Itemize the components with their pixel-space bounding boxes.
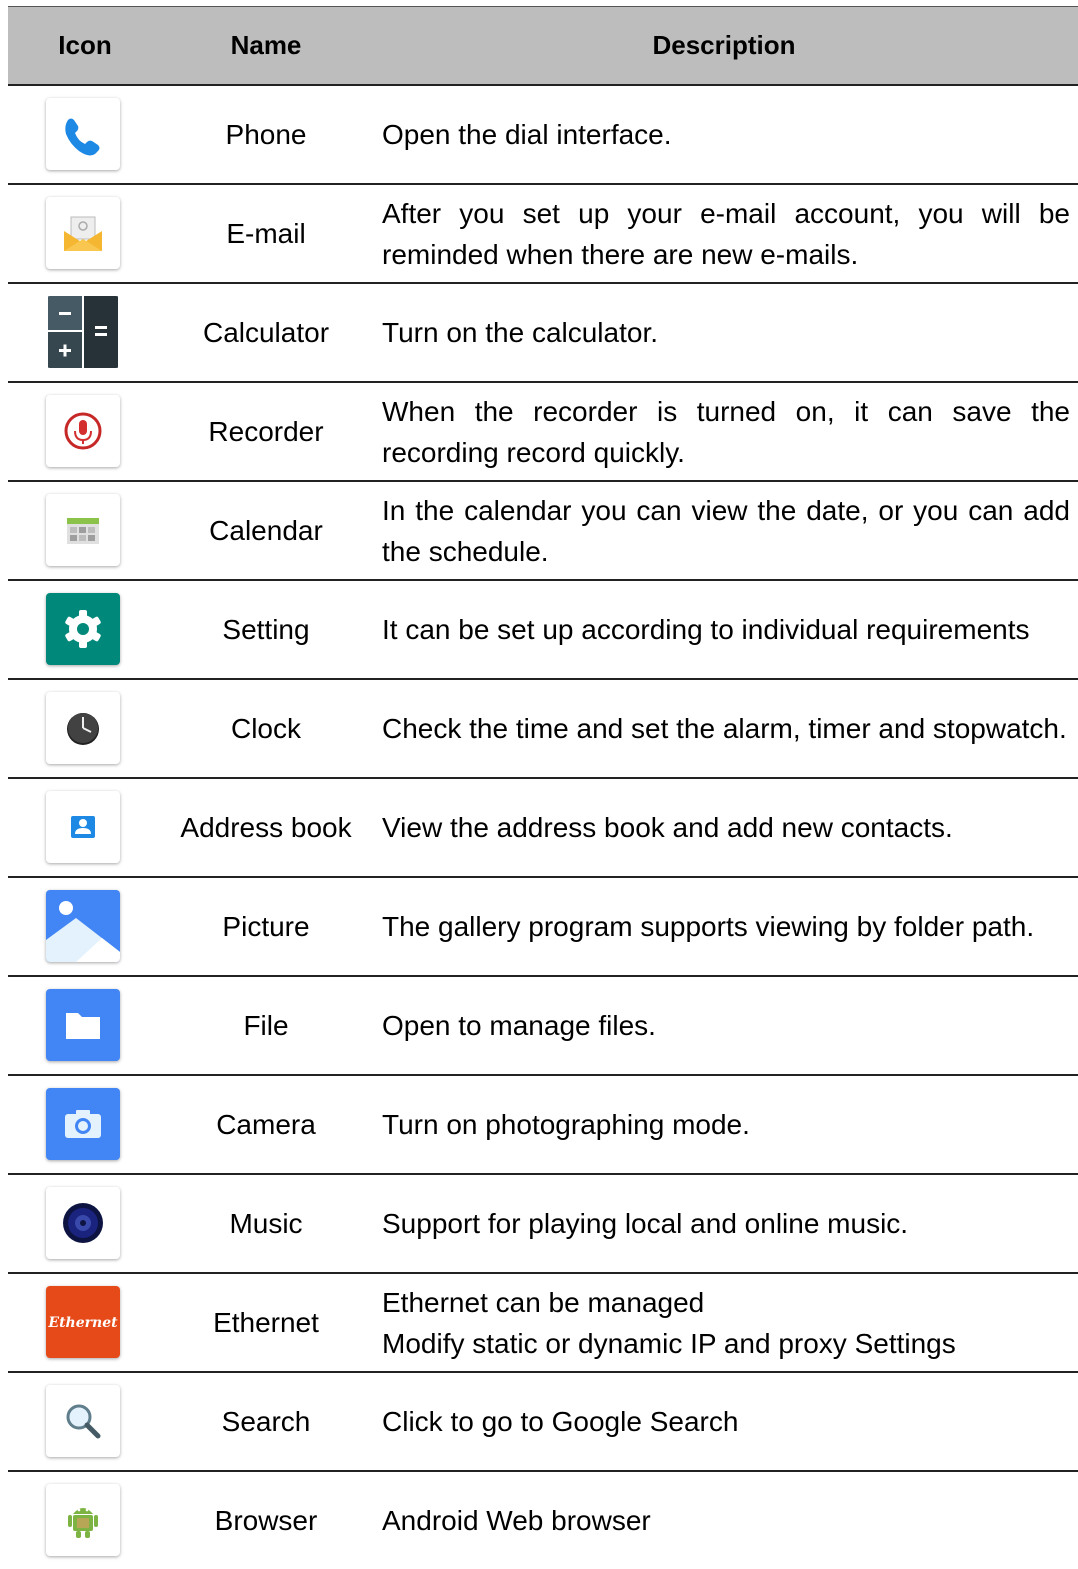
app-name: Phone bbox=[225, 119, 307, 150]
header-description: Description bbox=[652, 30, 796, 60]
table-row: Browser Android Web browser bbox=[8, 1472, 1078, 1569]
android-browser-icon bbox=[46, 1484, 120, 1556]
table-row: File Open to manage files. bbox=[8, 977, 1078, 1076]
table-row: Music Support for playing local and onli… bbox=[8, 1175, 1078, 1274]
app-description: Turn on photographing mode. bbox=[382, 1109, 750, 1140]
calculator-icon bbox=[46, 296, 120, 368]
app-description: In the calendar you can view the date, o… bbox=[382, 494, 1070, 567]
app-description: When the recorder is turned on, it can s… bbox=[382, 395, 1070, 468]
table-row: Setting It can be set up according to in… bbox=[8, 581, 1078, 680]
app-name: Address book bbox=[180, 812, 352, 843]
calendar-icon bbox=[46, 494, 120, 566]
phone-icon bbox=[46, 98, 120, 170]
svg-text:Ethernet: Ethernet bbox=[47, 1315, 118, 1331]
app-description: Open the dial interface. bbox=[382, 119, 672, 150]
table-row: Clock Check the time and set the alarm, … bbox=[8, 680, 1078, 779]
app-description: Android Web browser bbox=[382, 1505, 651, 1536]
app-name: File bbox=[243, 1010, 289, 1041]
app-description: Turn on the calculator. bbox=[382, 317, 659, 348]
app-name: Picture bbox=[222, 911, 310, 942]
table-row: Search Click to go to Google Search bbox=[8, 1373, 1078, 1472]
table-row: Picture The gallery program supports vie… bbox=[8, 878, 1078, 977]
address-book-icon bbox=[46, 791, 120, 863]
app-name: E-mail bbox=[226, 218, 306, 249]
table-row: E-mail After you set up your e-mail acco… bbox=[8, 185, 1078, 284]
camera-icon bbox=[46, 1088, 120, 1160]
email-icon bbox=[46, 197, 120, 269]
recorder-icon bbox=[46, 395, 120, 467]
table-row: Recorder When the recorder is turned on,… bbox=[8, 383, 1078, 482]
app-description: The gallery program supports viewing by … bbox=[382, 911, 1035, 942]
music-speaker-icon bbox=[46, 1187, 120, 1259]
app-icon-table: Icon Name Description Phone Open the dia… bbox=[8, 6, 1078, 1569]
ethernet-icon: Ethernet bbox=[46, 1286, 120, 1358]
app-description: Open to manage files. bbox=[382, 1010, 656, 1041]
app-description: Ethernet can be managed Modify static or… bbox=[382, 1286, 956, 1359]
search-magnifier-icon bbox=[46, 1385, 120, 1457]
app-description: Click to go to Google Search bbox=[382, 1406, 739, 1437]
app-name: Clock bbox=[230, 713, 301, 744]
settings-gear-icon bbox=[46, 593, 120, 665]
app-name: Calendar bbox=[209, 515, 323, 546]
table-row: Ethernet Ethernet Ethernet can be manage… bbox=[8, 1274, 1078, 1373]
app-description: It can be set up according to individual… bbox=[382, 614, 1030, 645]
app-name: Search bbox=[221, 1406, 311, 1437]
table-row: Calculator Turn on the calculator. bbox=[8, 284, 1078, 383]
app-description: Check the time and set the alarm, timer … bbox=[382, 713, 1067, 744]
app-name: Ethernet bbox=[213, 1307, 319, 1338]
app-description: View the address book and add new contac… bbox=[382, 812, 953, 843]
table-header: Icon Name Description bbox=[8, 6, 1078, 86]
app-name: Camera bbox=[216, 1109, 316, 1140]
app-description: Support for playing local and online mus… bbox=[382, 1208, 909, 1239]
header-name: Name bbox=[230, 30, 302, 60]
table-row: Address book View the address book and a… bbox=[8, 779, 1078, 878]
app-description: After you set up your e-mail account, yo… bbox=[382, 197, 1070, 270]
header-icon: Icon bbox=[58, 30, 112, 60]
app-name: Music bbox=[229, 1208, 303, 1239]
app-name: Recorder bbox=[208, 416, 324, 447]
app-name: Calculator bbox=[202, 317, 330, 348]
table-row: Phone Open the dial interface. bbox=[8, 86, 1078, 185]
clock-icon bbox=[46, 692, 120, 764]
app-name: Setting bbox=[222, 614, 310, 645]
table-row: Camera Turn on photographing mode. bbox=[8, 1076, 1078, 1175]
app-name: Browser bbox=[214, 1505, 318, 1536]
folder-icon bbox=[46, 989, 120, 1061]
picture-icon bbox=[46, 890, 120, 962]
table-row: Calendar In the calendar you can view th… bbox=[8, 482, 1078, 581]
